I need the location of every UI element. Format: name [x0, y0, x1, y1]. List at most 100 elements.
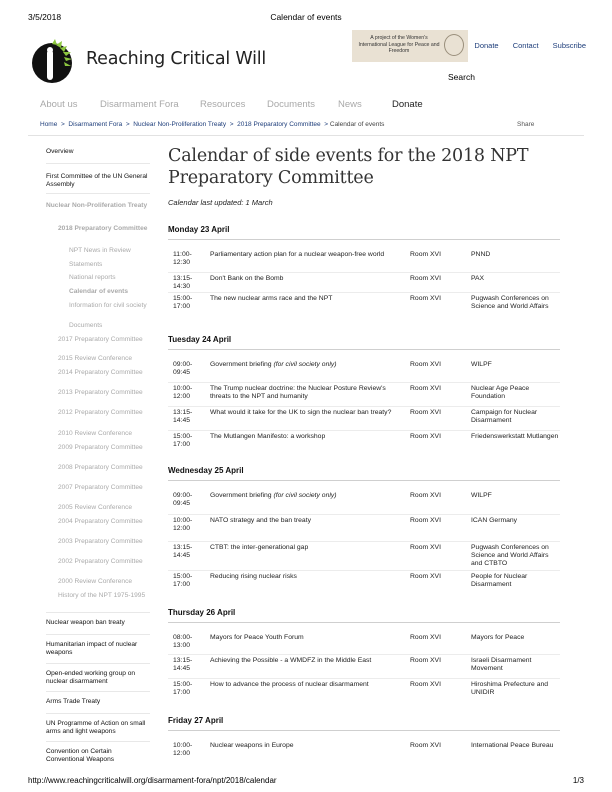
sidebar-item[interactable]: Nuclear Non-Proliferation Treaty	[46, 202, 150, 210]
event-room: Room XVI	[410, 573, 441, 580]
sidebar-item[interactable]: First Committee of the UN General Assemb…	[46, 173, 150, 188]
event-divider	[168, 272, 560, 273]
event-room: Room XVI	[410, 251, 441, 258]
event-time: 13:15-14:30	[173, 275, 193, 290]
wilpf-dove-icon	[444, 34, 464, 56]
event-name: CTBT: the inter-generational gap	[210, 544, 309, 551]
sidebar-divider	[46, 741, 150, 742]
event-organizer: Campaign for Nuclear Disarmament	[471, 409, 538, 424]
event-name: Don't Bank on the Bomb	[210, 275, 284, 282]
crumb-disarmament-fora[interactable]: Disarmament Fora	[68, 121, 122, 128]
sidebar-item[interactable]: Documents	[69, 322, 150, 330]
event-time: 15:00-17:00	[173, 573, 193, 588]
search-link[interactable]: Search	[448, 72, 475, 82]
sidebar-item[interactable]: Humanitarian impact of nuclear weapons	[46, 641, 150, 656]
sidebar-item[interactable]: History of the NPT 1975-1995	[58, 592, 150, 600]
event-organizer: ICAN Germany	[471, 517, 518, 524]
event-time: 13:15-14:45	[173, 409, 193, 424]
event-room: Room XVI	[410, 433, 441, 440]
day-divider	[168, 622, 560, 623]
site-name[interactable]: Reaching Critical Will	[86, 49, 266, 69]
sidebar-item[interactable]: 2018 Preparatory Committee	[58, 225, 150, 233]
sidebar-item[interactable]: 2007 Preparatory Committee	[58, 484, 150, 492]
crumb-sep: >	[324, 121, 329, 128]
event-organizer: Friedenswerkstatt Mutlangen	[471, 433, 559, 440]
subscribe-link[interactable]: Subscribe	[553, 41, 586, 50]
event-organizer: PAX	[471, 275, 485, 282]
sidebar-item[interactable]: Calendar of events	[69, 288, 150, 296]
event-name: What would it take for the UK to sign th…	[210, 409, 392, 416]
event-name: Achieving the Possible - a WMDFZ in the …	[210, 657, 372, 664]
contact-link[interactable]: Contact	[513, 41, 539, 50]
event-organizer: PNND	[471, 251, 491, 258]
sidebar-item[interactable]: 2004 Preparatory Committee	[58, 518, 150, 526]
sidebar-item[interactable]: 2008 Preparatory Committee	[58, 464, 150, 472]
donate-link[interactable]: Donate	[474, 41, 498, 50]
event-name: The Trump nuclear doctrine: the Nuclear …	[210, 385, 386, 400]
event-room: Room XVI	[410, 681, 441, 688]
crumb-2018-prepcom[interactable]: 2018 Preparatory Committee	[237, 121, 320, 128]
sidebar-item[interactable]: 2012 Preparatory Committee	[58, 409, 150, 417]
share-link[interactable]: Share	[517, 121, 534, 128]
sidebar-item[interactable]: 2014 Preparatory Committee	[58, 369, 150, 377]
sidebar-item[interactable]: 2000 Review Conference	[58, 578, 150, 586]
event-room: Room XVI	[410, 409, 441, 416]
event-organizer: WILPF	[471, 361, 492, 368]
event-divider	[168, 654, 560, 655]
sidebar-item[interactable]: 2003 Preparatory Committee	[58, 538, 150, 546]
sidebar-divider	[46, 193, 150, 194]
page-title: Calendar of side events for the 2018 NPT…	[168, 146, 529, 188]
event-organizer: Mayors for Peace	[471, 634, 525, 641]
sidebar-item[interactable]: 2013 Preparatory Committee	[58, 389, 150, 397]
event-divider	[168, 514, 560, 515]
sidebar-item[interactable]: 2017 Preparatory Committee	[58, 336, 150, 344]
day-heading: Thursday 26 April	[168, 608, 236, 617]
event-time: 15:00-17:00	[173, 681, 193, 696]
wilpf-banner[interactable]: A project of the Women's International L…	[352, 30, 468, 62]
day-divider	[168, 239, 560, 240]
event-room: Room XVI	[410, 657, 441, 664]
sidebar-item[interactable]: Information for civil society	[69, 302, 150, 310]
event-name: Reducing rising nuclear risks	[210, 573, 297, 580]
sidebar-item[interactable]: National reports	[69, 274, 150, 282]
event-organizer: WILPF	[471, 492, 492, 499]
event-organizer: Hiroshima Prefecture and UNIDIR	[471, 681, 549, 696]
crumb-home[interactable]: Home	[40, 121, 57, 128]
sidebar-item[interactable]: Arms Trade Treaty	[46, 698, 150, 706]
nav-news[interactable]: News	[338, 99, 362, 110]
sidebar-item[interactable]: Statements	[69, 261, 150, 269]
event-time: 10:00-12:00	[173, 742, 193, 757]
sidebar-divider	[46, 634, 150, 635]
event-divider	[168, 570, 560, 571]
sidebar-item[interactable]: 2002 Preparatory Committee	[58, 558, 150, 566]
nav-donate[interactable]: Donate	[392, 99, 423, 110]
sidebar-divider	[46, 713, 150, 714]
sidebar-item[interactable]: Open-ended working group on nuclear disa…	[46, 670, 150, 685]
sidebar-item[interactable]: UN Programme of Action on small arms and…	[46, 720, 150, 735]
sidebar-item[interactable]: Overview	[46, 148, 150, 156]
sidebar-item[interactable]: 2010 Review Conference	[58, 430, 150, 438]
sidebar-item[interactable]: Nuclear weapon ban treaty	[46, 619, 150, 627]
event-name: The Mutlangen Manifesto: a workshop	[210, 433, 326, 440]
crumb-npt[interactable]: Nuclear Non-Proliferation Treaty	[133, 121, 226, 128]
sidebar-item[interactable]: Convention on Certain Conventional Weapo…	[46, 748, 150, 763]
crumb-current: Calendar of events	[329, 121, 385, 128]
nav-about-us[interactable]: About us	[40, 99, 78, 110]
event-time: 09:00-09:45	[173, 361, 193, 376]
event-name: Nuclear weapons in Europe	[210, 742, 294, 749]
nav-documents[interactable]: Documents	[267, 99, 315, 110]
sidebar-item[interactable]: NPT News in Review	[69, 247, 150, 255]
event-organizer: Pugwash Conferences on Science and World…	[471, 544, 549, 567]
day-heading: Monday 23 April	[168, 225, 230, 234]
sidebar-item[interactable]: 2009 Preparatory Committee	[58, 444, 150, 452]
crumb-sep: >	[229, 121, 234, 128]
last-updated: Calendar last updated: 1 March	[168, 198, 273, 207]
nav-disarmament-fora[interactable]: Disarmament Fora	[100, 99, 179, 110]
sidebar-item[interactable]: 2015 Review Conference	[58, 355, 150, 363]
nav-resources[interactable]: Resources	[200, 99, 245, 110]
event-divider	[168, 406, 560, 407]
print-url: http://www.reachingcriticalwill.org/disa…	[28, 776, 277, 785]
sidebar-item[interactable]: 2005 Review Conference	[58, 504, 150, 512]
day-heading: Tuesday 24 April	[168, 335, 232, 344]
rcw-logo-icon[interactable]	[30, 36, 76, 86]
